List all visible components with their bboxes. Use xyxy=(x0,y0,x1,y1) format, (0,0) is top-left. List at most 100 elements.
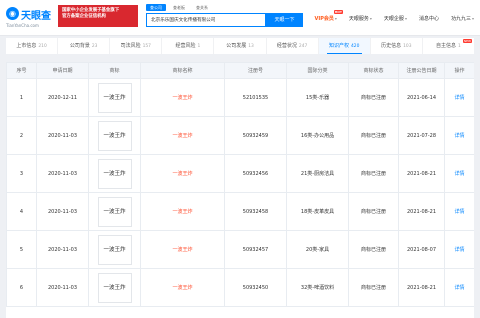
trademark-image[interactable]: 一波王炸 xyxy=(97,196,132,227)
tab-history-info[interactable]: 历史信息 103 xyxy=(371,38,423,54)
trademark-name: 一波王炸 xyxy=(140,268,225,307)
tab-count: 210 xyxy=(38,44,47,49)
table-row: 5 2020-11-03 一波王炸 一波王炸 50932457 20类-家具 商… xyxy=(6,230,474,269)
tab-count: 103 xyxy=(403,44,412,49)
trademark-name: 一波王炸 xyxy=(140,230,225,269)
tab-count: 13 xyxy=(248,44,254,49)
tab-operating-risk[interactable]: 经营风险 1 xyxy=(162,38,215,54)
top-nav: VIP会员▾ HOT 天眼服务▾ 天眼企服▾ 消息中心 功九九三▾ xyxy=(302,10,474,22)
row-number: 5 xyxy=(6,230,37,269)
registration-number: 50932459 xyxy=(224,116,287,155)
column-header: 操作 xyxy=(444,62,474,79)
application-date: 2020-11-03 xyxy=(36,192,89,231)
nav-service[interactable]: 天眼服务▾ xyxy=(349,15,372,22)
tab-intellectual-property[interactable]: 知识产权 420 xyxy=(318,38,371,54)
announcement-date: 2021-08-21 xyxy=(398,154,445,193)
top-header: ◉ 天眼查 TianYanCha.com 国家中小企业发展子基金旗下 官方备案企… xyxy=(0,0,480,36)
new-badge: NEW xyxy=(462,39,472,43)
trademark-name: 一波王炸 xyxy=(140,78,225,117)
details-link[interactable]: 详情 xyxy=(444,230,474,269)
announcement-date: 2021-08-21 xyxy=(398,192,445,231)
tab-label: 知识产权 xyxy=(329,43,350,49)
tab-company-background[interactable]: 公司背景 23 xyxy=(58,38,111,54)
tab-judicial-risk[interactable]: 司法风险 157 xyxy=(110,38,163,54)
international-class: 18类-皮革皮具 xyxy=(286,192,349,231)
column-header: 国际分类 xyxy=(286,62,349,79)
trademark-image-cell: 一波王炸 xyxy=(88,154,141,193)
registration-number: 50932450 xyxy=(224,268,287,307)
banner-line-2: 官方备案企业征信机构 xyxy=(62,13,106,19)
trademark-table-container: 序号 申请日期 商标 商标名称 注册号 国际分类 商标状态 注册公告日期 操作 … xyxy=(6,62,474,318)
logo-eye-icon: ◉ xyxy=(6,7,19,20)
logo-subtitle: TianYanCha.com xyxy=(6,23,39,28)
tab-company-development[interactable]: 公司发展 13 xyxy=(214,38,267,54)
table-row: 2 2020-11-03 一波王炸 一波王炸 50932459 16类-办公用品… xyxy=(6,116,474,155)
tab-listing-info[interactable]: 上市信息 210 xyxy=(6,38,59,54)
trademark-image-cell: 一波王炸 xyxy=(88,230,141,269)
announcement-date: 2021-06-14 xyxy=(398,78,445,117)
international-class: 16类-办公用品 xyxy=(286,116,349,155)
nav-enterprise[interactable]: 天眼企服▾ xyxy=(384,15,407,22)
trademark-name: 一波王炸 xyxy=(140,154,225,193)
tab-operating-status[interactable]: 经营状况 247 xyxy=(267,38,319,54)
logo[interactable]: ◉ 天眼查 TianYanCha.com xyxy=(6,5,52,31)
search-box xyxy=(146,13,266,27)
trademark-image[interactable]: 一波王炸 xyxy=(97,82,132,113)
application-date: 2020-11-03 xyxy=(36,230,89,269)
column-header[interactable]: 注册公告日期 xyxy=(398,62,445,79)
tab-label: 司法风险 xyxy=(120,43,141,49)
tab-label: 自主信息 xyxy=(436,43,457,49)
nav-vip[interactable]: VIP会员▾ HOT xyxy=(314,10,343,22)
nav-user-label: 功九九三 xyxy=(450,16,471,22)
search-input[interactable] xyxy=(147,14,265,26)
announcement-date: 2021-08-07 xyxy=(398,230,445,269)
trademark-name: 一波王炸 xyxy=(140,116,225,155)
international-class: 32类-啤酒饮料 xyxy=(286,268,349,307)
trademark-image[interactable]: 一波王炸 xyxy=(97,234,132,265)
search-tab-relation[interactable]: 查关系 xyxy=(192,4,212,11)
trademark-image[interactable]: 一波王炸 xyxy=(97,120,132,151)
search-tab-company[interactable]: 查公司 xyxy=(146,4,166,11)
company-section-tabs: 上市信息 210 公司背景 23 司法风险 157 经营风险 1 公司发展 13 经营状况… xyxy=(6,38,474,54)
promo-banner[interactable]: 国家中小企业发展子基金旗下 官方备案企业征信机构 xyxy=(58,5,138,27)
search-type-tabs: 查公司 查老板 查关系 xyxy=(146,4,215,11)
nav-message-center[interactable]: 消息中心 xyxy=(419,15,439,22)
row-number: 1 xyxy=(6,78,37,117)
column-header: 注册号 xyxy=(224,62,287,79)
trademark-image[interactable]: 一波王炸 xyxy=(97,158,132,189)
details-link[interactable]: 详情 xyxy=(444,116,474,155)
column-header: 商标状态 xyxy=(348,62,399,79)
registration-number: 52101535 xyxy=(224,78,287,117)
column-header: 商标名称 xyxy=(140,62,225,79)
row-number: 3 xyxy=(6,154,37,193)
hot-badge: HOT xyxy=(333,10,343,14)
trademark-image[interactable]: 一波王炸 xyxy=(97,272,132,303)
tab-self-info[interactable]: 自主信息 1 NEW xyxy=(423,38,474,54)
trademark-image-cell: 一波王炸 xyxy=(88,192,141,231)
chevron-down-icon: ▾ xyxy=(404,16,407,21)
trademark-status: 商标已注册 xyxy=(348,230,399,269)
tab-label: 经营状况 xyxy=(276,43,297,49)
announcement-date: 2021-07-28 xyxy=(398,116,445,155)
tab-count: 420 xyxy=(351,44,360,49)
details-link[interactable]: 详情 xyxy=(444,268,474,307)
tab-count: 157 xyxy=(142,44,151,49)
row-number: 6 xyxy=(6,268,37,307)
search-tab-boss[interactable]: 查老板 xyxy=(169,4,189,11)
trademark-status: 商标已注册 xyxy=(348,116,399,155)
application-date: 2020-11-03 xyxy=(36,116,89,155)
details-link[interactable]: 详情 xyxy=(444,192,474,231)
column-header[interactable]: 序号 xyxy=(6,62,37,79)
trademark-image-cell: 一波王炸 xyxy=(88,78,141,117)
international-class: 20类-家具 xyxy=(286,230,349,269)
details-link[interactable]: 详情 xyxy=(444,78,474,117)
tab-label: 公司发展 xyxy=(226,43,247,49)
application-date: 2020-11-03 xyxy=(36,154,89,193)
column-header[interactable]: 申请日期 xyxy=(36,62,89,79)
trademark-status: 商标已注册 xyxy=(348,154,399,193)
trademark-status: 商标已注册 xyxy=(348,192,399,231)
nav-user[interactable]: 功九九三▾ xyxy=(451,15,474,22)
trademark-status: 商标已注册 xyxy=(348,78,399,117)
search-button[interactable]: 天眼一下 xyxy=(266,13,303,27)
details-link[interactable]: 详情 xyxy=(444,154,474,193)
